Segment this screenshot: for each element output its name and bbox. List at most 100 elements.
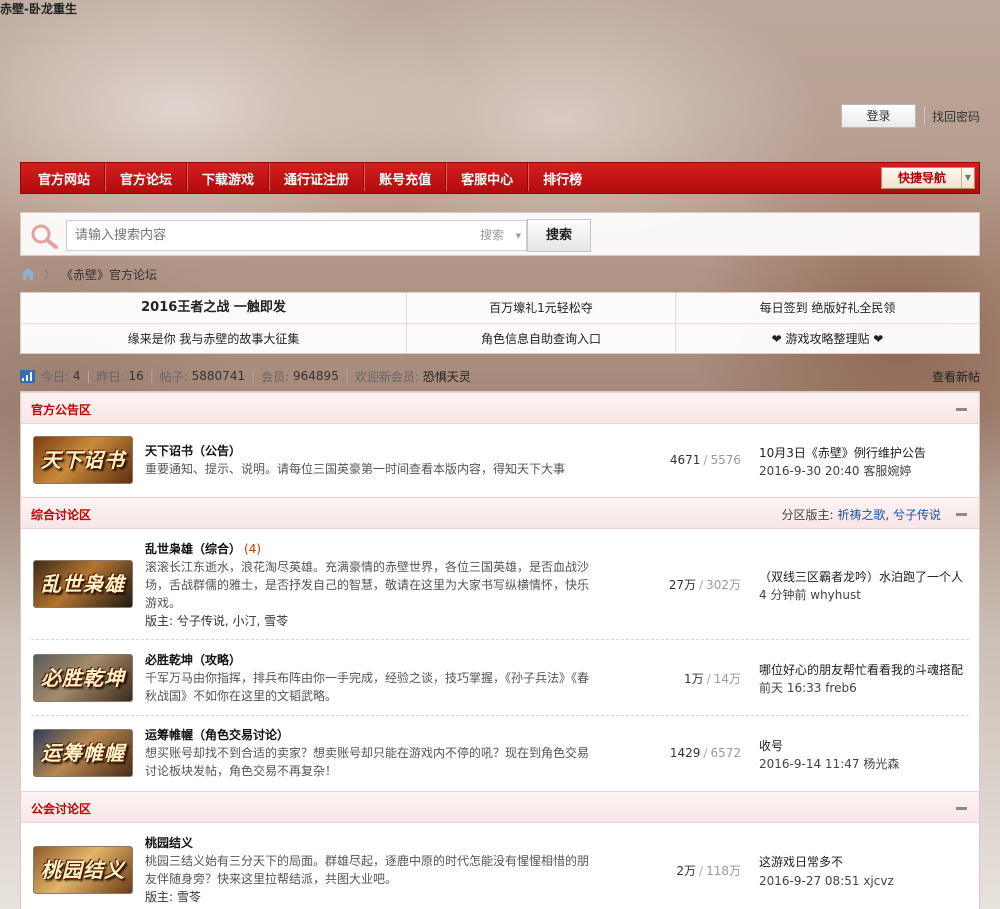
stat-label: 帖子:	[159, 369, 188, 384]
moderators-label: 分区版主:	[781, 508, 834, 522]
thumbnail-art: 天下诏书	[41, 448, 125, 472]
promo-link[interactable]: ❤ 游戏攻略整理贴 ❤	[676, 324, 979, 355]
forum-thumbnail[interactable]: 必胜乾坤	[33, 654, 133, 702]
last-post-meta: 2016-9-30 20:40 客服婉婷	[759, 464, 912, 478]
forum-description: 重要通知、提示、说明。请每位三国英豪第一时间查看本版内容，得知天下大事	[145, 462, 566, 476]
login-button[interactable]: 登录	[841, 104, 916, 128]
nav-download-game[interactable]: 下载游戏	[187, 162, 269, 191]
last-post-meta: 前天 16:33 freb6	[759, 681, 857, 695]
forum-counts: 1万/14万	[611, 670, 741, 687]
forum-name-text: 必胜乾坤（攻略）	[145, 653, 242, 667]
forum-name-text: 桃园结义	[145, 836, 194, 850]
forum-thumbnail[interactable]: 桃园结义	[33, 846, 133, 894]
collapse-icon[interactable]	[956, 408, 967, 411]
post-count: 302万	[706, 578, 741, 592]
count-separator: /	[699, 578, 704, 592]
breadcrumb-current[interactable]: 《赤壁》官方论坛	[61, 266, 157, 283]
stat-members: 964895	[293, 369, 339, 383]
nav-official-forum[interactable]: 官方论坛	[105, 162, 187, 191]
new-member-link[interactable]: 恐惧天灵	[423, 368, 471, 385]
category-title[interactable]: 官方公告区	[31, 401, 91, 418]
stat-label: 欢迎新会员:	[354, 369, 419, 384]
breadcrumb: 〉 《赤壁》官方论坛	[20, 265, 157, 283]
post-count: 118万	[706, 864, 741, 878]
forum-counts: 2万/118万	[611, 862, 741, 879]
forum-name-text: 运筹帷幄（角色交易讨论）	[145, 728, 290, 742]
search-type-dropdown[interactable]: 搜索 ▼	[477, 220, 527, 251]
home-icon[interactable]	[20, 267, 36, 281]
forum-moderators[interactable]: 版主: 兮子传说, 小汀, 雪苓	[145, 612, 288, 629]
promo-link[interactable]: 每日签到 绝版好礼全民领	[676, 293, 979, 324]
category-header: 官方公告区	[21, 392, 979, 424]
nav-passport-register[interactable]: 通行证注册	[269, 162, 364, 191]
last-post-meta: 2016-9-27 08:51 xjcvz	[759, 874, 894, 888]
thread-count: 2万	[676, 864, 697, 878]
count-separator: /	[703, 746, 708, 760]
today-post-count: (4)	[244, 542, 262, 556]
find-password-link[interactable]: 找回密码	[932, 108, 980, 125]
category-title[interactable]: 公会讨论区	[31, 800, 91, 817]
stat-label: 今日:	[41, 369, 70, 384]
stat-divider: |	[344, 369, 349, 383]
forum-moderators[interactable]: 版主: 雪苓	[145, 888, 201, 905]
forum-board: 官方公告区 天下诏书 天下诏书（公告） 重要通知、提示、说明。请每位三国英豪第一…	[20, 391, 980, 909]
collapse-icon[interactable]	[956, 807, 967, 810]
forum-name-text: 乱世枭雄（综合）	[145, 542, 242, 556]
promo-link[interactable]: 缘来是你 我与赤壁的故事大征集	[21, 324, 406, 355]
collapse-icon[interactable]	[956, 513, 967, 516]
thread-count: 1万	[684, 672, 704, 686]
moderator-link[interactable]: 兮子传说	[893, 508, 941, 522]
forum-description: 滚滚长江东逝水，浪花淘尽英雄。充满豪情的赤壁世界，各位三国英雄，是否血战沙场，舌…	[145, 560, 590, 610]
forum-thumbnail[interactable]: 天下诏书	[33, 436, 133, 484]
category-title[interactable]: 综合讨论区	[31, 506, 91, 523]
category-header: 综合讨论区 分区版主: 祈祷之歌, 兮子传说	[21, 497, 979, 529]
header-divider	[924, 106, 925, 126]
post-count: 6572	[710, 746, 741, 760]
forum-name[interactable]: 乱世枭雄（综合） (4)	[145, 540, 261, 557]
last-post-title[interactable]: 这游戏日常多不	[759, 853, 964, 870]
chevron-down-icon: ▼	[515, 232, 521, 240]
forum-row: 必胜乾坤 必胜乾坤（攻略） 千军万马由你指挥，排兵布阵由你一手完成，经验之谈，技…	[31, 641, 969, 716]
promo-link[interactable]: 角色信息自助查询入口	[407, 324, 675, 355]
last-post-title[interactable]: 哪位好心的朋友帮忙看看我的斗魂搭配	[759, 661, 964, 678]
last-post-title[interactable]: （双线三区霸者龙吟）水泊跑了一个人	[759, 568, 964, 585]
stat-yesterday: 16	[128, 369, 144, 383]
forum-counts: 4671/5576	[611, 453, 741, 467]
last-post-meta: 2016-9-14 11:47 杨光森	[759, 757, 900, 771]
forum-name[interactable]: 天下诏书（公告）	[145, 442, 241, 459]
nav-official-site[interactable]: 官方网站	[21, 169, 105, 188]
nav-customer-service[interactable]: 客服中心	[446, 162, 528, 191]
stat-divider: |	[86, 369, 91, 383]
stat-divider: |	[149, 369, 154, 383]
last-post-title[interactable]: 10月3日《赤壁》例行维护公告	[759, 444, 964, 461]
last-post-meta: 4 分钟前 whyhust	[759, 588, 861, 602]
forum-stats: 今日: 4 | 昨日: 16 | 帖子: 5880741 | 会员: 96489…	[20, 367, 980, 385]
last-post-title[interactable]: 收号	[759, 737, 964, 754]
forum-thumbnail[interactable]: 乱世枭雄	[33, 560, 133, 608]
forum-counts: 1429/6572	[611, 746, 741, 760]
forum-row: 运筹帷幄 运筹帷幄（角色交易讨论） 想买账号却找不到合适的卖家？想卖账号却只能在…	[31, 717, 969, 792]
forum-counts: 27万/302万	[611, 576, 741, 593]
thread-count: 4671	[669, 453, 701, 467]
forum-description: 想买账号却找不到合适的卖家？想卖账号却只能在游戏内不停的吼？现在到角色交易讨论板…	[145, 746, 590, 778]
promo-link[interactable]: 百万壕礼1元轻松夺	[407, 293, 675, 324]
stat-today: 4	[72, 369, 81, 383]
stat-divider: |	[251, 369, 256, 383]
promo-link[interactable]: 2016王者之战 一触即发	[21, 293, 406, 324]
nav-account-recharge[interactable]: 账号充值	[364, 162, 446, 191]
search-button[interactable]: 搜索	[527, 219, 591, 252]
forum-thumbnail[interactable]: 运筹帷幄	[33, 729, 133, 777]
forum-name[interactable]: 运筹帷幄（角色交易讨论）	[145, 726, 289, 743]
forum-row: 天下诏书 天下诏书（公告） 重要通知、提示、说明。请每位三国英豪第一时间查看本版…	[31, 425, 969, 497]
chevron-down-icon: ▼	[961, 168, 974, 188]
forum-name[interactable]: 桃园结义	[145, 834, 193, 851]
category-moderators: 分区版主: 祈祷之歌, 兮子传说	[781, 508, 941, 522]
bar-chart-icon	[20, 369, 35, 383]
thread-count: 27万	[668, 578, 697, 592]
moderator-link[interactable]: 祈祷之歌	[837, 508, 885, 522]
quick-nav-button[interactable]: 快捷导航 ▼	[881, 167, 975, 189]
nav-ranking[interactable]: 排行榜	[528, 162, 597, 191]
search-input[interactable]	[66, 220, 478, 251]
forum-name[interactable]: 必胜乾坤（攻略）	[145, 651, 241, 668]
view-new-posts-link[interactable]: 查看新帖	[932, 368, 980, 385]
